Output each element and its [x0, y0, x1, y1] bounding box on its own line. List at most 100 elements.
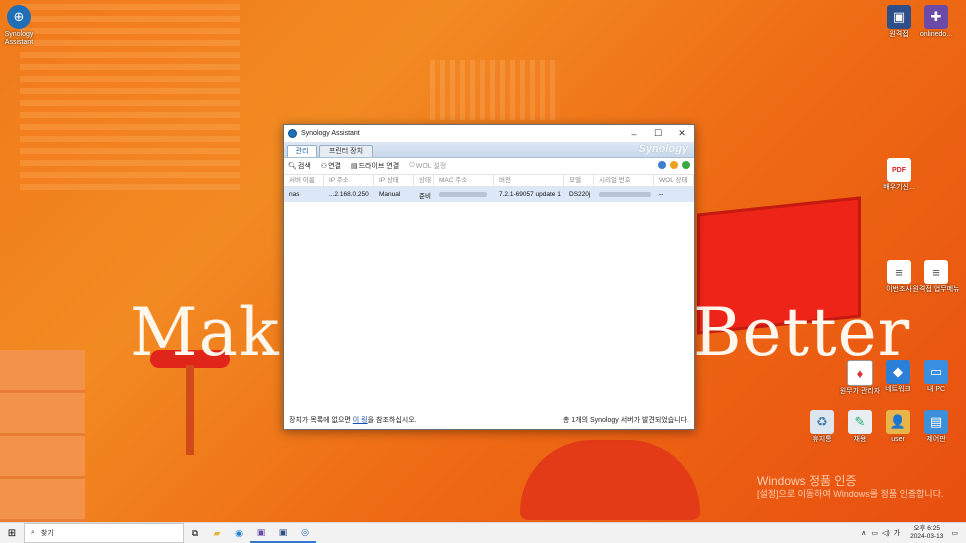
ime-icon[interactable]: 가 [894, 528, 900, 538]
edge-icon: ◉ [235, 527, 243, 538]
wallpaper-chair [520, 440, 700, 520]
desktop-icon-pdf[interactable]: PDF 배우기신... [875, 158, 923, 192]
task-view-icon: ⧉ [191, 527, 199, 538]
toolbar: 🔍︎ 검색 ⚇ 연결 ▤ 드라이브 연결 ⏻ WOL 설정 [284, 158, 694, 175]
search-placeholder: 찾기 [40, 530, 54, 537]
window-title: Synology Assistant [301, 130, 360, 137]
status-bar: 장치가 목록에 없으면 이 링을 참조하십시오. 총 1개의 Synology … [284, 411, 694, 429]
search-button[interactable]: 🔍︎ 검색 [288, 161, 311, 171]
cell-ip-address: ...2.168.0.250 [329, 191, 369, 198]
maximize-button[interactable]: ☐ [646, 125, 670, 142]
shortcut-icon: ✎ [848, 410, 872, 434]
cell-ip-status: Manual [379, 191, 401, 198]
synology-assistant-icon: ◎ [301, 526, 309, 537]
connect-icon: ⚇ [320, 163, 328, 170]
tab-management[interactable]: 관리 [287, 145, 317, 157]
wallpaper-cabinet [0, 350, 85, 525]
cell-server-name: nas [289, 191, 300, 198]
status-help-text: 장치가 목록에 없으면 이 링을 참조하십시오. [289, 417, 417, 424]
minimize-button[interactable]: – [622, 125, 646, 142]
clock[interactable]: 오후 6:25 2024-03-13 [910, 525, 943, 541]
tab-bar: 관리 프린터 장치 Synology [284, 142, 694, 158]
col-server-name[interactable]: 서버 이름 [284, 175, 324, 186]
taskbar-edge[interactable]: ◉ [228, 523, 250, 543]
tooth-icon: ♦ [847, 360, 873, 386]
col-model[interactable]: 모델 [564, 175, 594, 186]
title-bar[interactable]: Synology Assistant – ☐ ✕ [284, 125, 694, 142]
status-count: 총 1개의 Synology 서버가 발견되었습니다. [562, 417, 689, 424]
help-icon[interactable] [670, 161, 678, 169]
desktop-icon-synology-assistant[interactable]: ⊕ Synology Assistant [0, 5, 43, 47]
volume-icon[interactable]: ◁) [882, 529, 890, 537]
col-ip-status[interactable]: IP 상태 [374, 175, 414, 186]
cell-serial [594, 191, 654, 198]
synology-app-icon [288, 129, 297, 138]
taskbar-file-explorer[interactable]: ▰ [206, 523, 228, 543]
desktop-icon-doc2[interactable]: ≡ 원격접 업무메뉴 [912, 260, 960, 294]
network-icon[interactable]: ▭ [871, 529, 878, 537]
power-icon: ⏻ [409, 162, 415, 169]
pdf-icon: PDF [887, 158, 911, 182]
close-button[interactable]: ✕ [670, 125, 694, 142]
cell-status: 준비 [419, 192, 431, 200]
col-status[interactable]: 상태 [414, 175, 434, 186]
taskbar-remote[interactable]: ▣ [272, 523, 294, 543]
system-tray: ∧ ▭ ◁) 가 오후 6:25 2024-03-13 ▭ [861, 523, 966, 543]
blurred-mac [439, 191, 487, 197]
help-link[interactable]: 이 링 [353, 417, 368, 424]
windows-icon: ⊞ [7, 527, 17, 539]
col-wol-status[interactable]: WOL 상태 [654, 175, 694, 186]
drive-icon: ▤ [350, 163, 358, 170]
wallpaper-window-blinds [20, 0, 240, 190]
table-header: 서버 이름 IP 주소 IP 상태 상태 MAC 주소 버전 모델 시리얼 번호… [284, 175, 694, 187]
col-serial[interactable]: 시리얼 번호 [594, 175, 654, 186]
activation-subtitle: [설정]으로 이동하여 Windows를 정품 인증합니다. [757, 489, 944, 499]
connect-button[interactable]: ⚇ 연결 [321, 161, 341, 171]
folder-icon: ▰ [213, 527, 221, 538]
cell-version: 7.2.1-69057 update 1 [499, 191, 561, 198]
synology-logo: Synology [638, 143, 688, 155]
desktop-icon-onlinedoc[interactable]: ✚ onlinedo... [912, 5, 960, 39]
wallpaper-stool-pole [186, 365, 194, 455]
tab-printer-devices[interactable]: 프린터 장치 [319, 145, 373, 157]
blurred-serial [599, 191, 651, 197]
document-icon: ≡ [887, 260, 911, 284]
col-version[interactable]: 버전 [494, 175, 564, 186]
col-ip-address[interactable]: IP 주소 [324, 175, 374, 186]
synology-assistant-icon: ⊕ [7, 5, 31, 29]
computer-icon: ▭ [924, 360, 948, 384]
cell-wol-status: -- [659, 191, 664, 198]
search-icon: ⌕ [31, 529, 35, 536]
user-folder-icon: 👤 [886, 410, 910, 434]
control-panel-icon: ▤ [924, 410, 948, 434]
synology-assistant-window: Synology Assistant – ☐ ✕ 관리 프린터 장치 Synol… [283, 124, 695, 430]
remote-desktop-icon: ▣ [887, 5, 911, 29]
search-icon: 🔍︎ [288, 163, 297, 170]
taskbar-synology-assistant[interactable]: ◎ [294, 523, 316, 543]
notification-icon[interactable]: ▭ [951, 529, 958, 537]
wol-settings-button[interactable]: ⏻ WOL 설정 [409, 161, 446, 171]
settings-icon[interactable] [658, 161, 666, 169]
network-icon: ◆ [886, 360, 910, 384]
desktop-icon-my-pc[interactable]: ▭ 내 PC [912, 360, 960, 394]
chevron-up-icon[interactable]: ∧ [861, 529, 866, 537]
taskbar-onlinedoc[interactable]: ▣ [250, 523, 272, 543]
clock-date: 2024-03-13 [910, 533, 944, 540]
desktop-icon-control-panel[interactable]: ▤ 제어판 [912, 410, 960, 444]
recycle-bin-icon: ♻ [810, 410, 834, 434]
map-drive-button[interactable]: ▤ 드라이브 연결 [351, 161, 399, 171]
taskbar: ⊞ ⌕ 찾기 ⧉ ▰ ◉ ▣ ▣ ◎ ∧ ▭ ◁) 가 오후 6:25 2024… [0, 522, 966, 543]
document-icon: ≡ [924, 260, 948, 284]
col-mac-address[interactable]: MAC 주소 [434, 175, 494, 186]
start-button[interactable]: ⊞ [0, 523, 24, 543]
wallpaper-ceiling-light [430, 60, 560, 120]
table-row[interactable]: nas ...2.168.0.250 Manual 준비 7.2.1-69057… [284, 187, 694, 202]
remote-desktop-icon: ▣ [278, 526, 288, 537]
taskbar-search[interactable]: ⌕ 찾기 [24, 523, 184, 543]
cell-model: DS220j [569, 191, 591, 198]
info-icon[interactable] [682, 161, 690, 169]
cell-mac-address [434, 191, 494, 198]
task-view-button[interactable]: ⧉ [184, 523, 206, 543]
onlinedoc-icon: ▣ [256, 526, 266, 537]
clock-time: 오후 6:25 [913, 525, 940, 532]
